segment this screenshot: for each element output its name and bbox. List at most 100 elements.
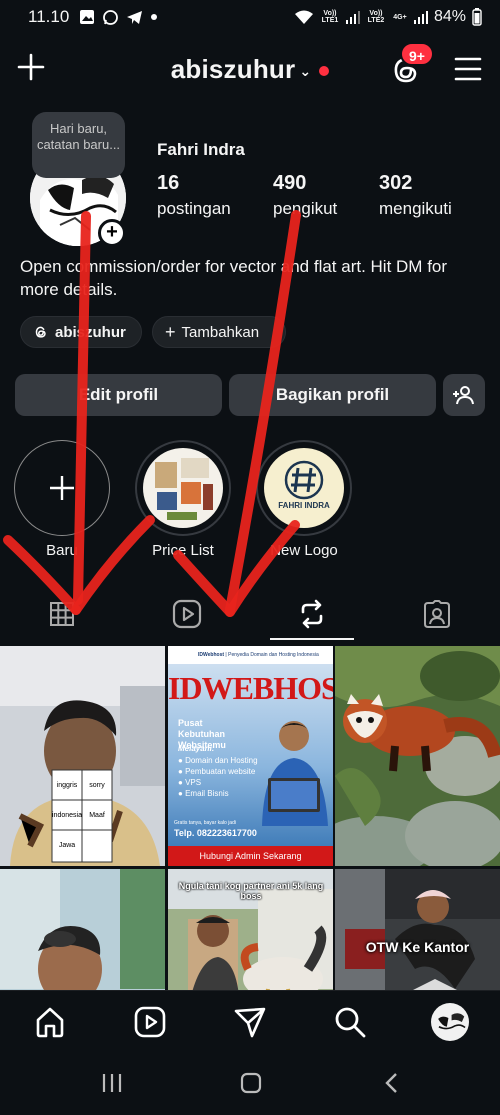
sim2-label: Vo)) LTE2	[367, 10, 385, 24]
profile-full-name: Fahri Indra	[157, 140, 245, 159]
ad-cta: Hubungi Admin Sekarang	[168, 846, 333, 866]
table-cell: Maaf	[89, 811, 105, 819]
grid-post[interactable]: IDWebhost | Penyedia Domain dan Hosting …	[168, 646, 333, 866]
status-bar: 11.10 Vo)) LTE1 Vo)) LTE2 4G+ 84%	[0, 0, 500, 34]
post-table-text: inggris sorry indonesia Maaf Jawa	[52, 770, 112, 862]
profile-avatar[interactable]	[431, 1003, 469, 1041]
bottom-navigation	[0, 990, 500, 1052]
highlight-label: Price List	[152, 542, 214, 559]
service-item: ● Domain dan Hosting	[178, 756, 258, 765]
service-text: VPS	[185, 778, 202, 787]
gallery-icon	[80, 10, 95, 24]
search-icon[interactable]	[333, 1005, 367, 1039]
add-person-icon	[453, 386, 474, 405]
stat-label: mengikuti	[379, 199, 452, 218]
posts-grid: inggris sorry indonesia Maaf Jawa IDWebh…	[0, 646, 500, 990]
stat-value: 16	[157, 172, 180, 194]
highlight-price-list[interactable]: Price List	[135, 440, 231, 559]
messages-icon[interactable]	[233, 1005, 267, 1039]
post-image	[335, 869, 500, 990]
tagged-icon[interactable]	[421, 598, 453, 630]
ad-header-bar: IDWebhost | Penyedia Domain dan Hosting …	[168, 646, 333, 664]
telegram-icon	[127, 10, 143, 24]
service-item: ● Email Bisnis	[178, 789, 229, 798]
network-label: 4G+	[393, 13, 407, 21]
note-bubble[interactable]: Hari baru, catatan baru...	[32, 112, 125, 178]
dot-icon	[151, 14, 158, 20]
grid-post[interactable]	[0, 869, 165, 990]
add-story-plus-icon[interactable]: +	[98, 219, 126, 247]
reels-icon[interactable]	[133, 1005, 167, 1039]
threads-chip[interactable]: abiszuhur	[20, 316, 142, 348]
post-caption: Ngula tani kog partner ani 5k lang boss	[178, 881, 324, 901]
chevron-down-icon: ⌄	[299, 62, 312, 79]
stat-label: postingan	[157, 199, 231, 218]
highlight-ring	[135, 440, 231, 536]
whatsapp-icon	[103, 9, 119, 25]
grid-icon[interactable]	[46, 598, 78, 630]
stat-followers[interactable]: 490 pengikut	[273, 172, 337, 219]
home-button-icon[interactable]	[239, 1071, 263, 1095]
system-navigation-bar	[0, 1052, 500, 1115]
add-link-chip[interactable]: + Tambahkan	[152, 316, 286, 348]
share-profile-button[interactable]: Bagikan profil	[229, 374, 436, 416]
grid-post[interactable]: Ngula tani kog partner ani 5k lang boss	[168, 869, 333, 990]
stat-label: pengikut	[273, 199, 338, 218]
price-list-thumbnail	[143, 448, 223, 528]
highlight-label: New Logo	[270, 542, 338, 559]
ad-section: Melayani:	[178, 744, 215, 753]
table-cell: Jawa	[58, 841, 76, 849]
ad-person-illustration	[262, 721, 328, 826]
highlight-ring: FAHRI INDRA	[256, 440, 352, 536]
threads-small-icon	[35, 326, 46, 338]
ad-brand: IDWebhost	[198, 652, 225, 658]
battery-percent: 84%	[433, 8, 466, 25]
ad-note: Gratis tanya, bayar kalo jadi	[174, 820, 236, 826]
profile-tabs	[0, 586, 500, 642]
plus-icon	[50, 476, 74, 500]
highlight-new[interactable]: Baru	[14, 440, 110, 559]
service-item: ● Pembuatan website	[178, 767, 256, 776]
status-time: 11.10	[28, 7, 70, 26]
service-item: ● VPS	[178, 778, 202, 787]
signal-icon-2	[413, 11, 428, 24]
battery-icon	[472, 8, 482, 26]
ad-services: ● Domain dan Hosting ● Pembuatan website…	[178, 755, 258, 799]
service-text: Email Bisnis	[185, 789, 229, 798]
post-image	[0, 869, 165, 990]
back-icon[interactable]	[382, 1072, 402, 1094]
ad-phone: Telp. 082223617700	[174, 828, 257, 838]
post-image	[335, 646, 500, 866]
threads-chip-label: abiszuhur	[55, 323, 126, 341]
service-text: Pembuatan website	[185, 767, 256, 776]
logo-text: FAHRI INDRA	[278, 501, 330, 510]
new-logo-thumbnail: FAHRI INDRA	[264, 448, 344, 528]
stat-value: 302	[379, 172, 413, 194]
grid-post[interactable]: inggris sorry indonesia Maaf Jawa	[0, 646, 165, 866]
edit-profile-button[interactable]: Edit profil	[15, 374, 222, 416]
discover-people-button[interactable]	[443, 374, 485, 416]
profile-header: abiszuhur ⌄ 9+	[0, 42, 500, 98]
profile-bio: Open commission/order for vector and fla…	[20, 257, 448, 299]
menu-icon[interactable]	[454, 56, 482, 82]
signal-icon	[345, 11, 360, 24]
active-tab-indicator	[270, 638, 354, 640]
stat-following[interactable]: 302 mengikuti	[379, 172, 452, 219]
stat-posts[interactable]: 16 postingan	[157, 172, 231, 219]
recent-apps-icon[interactable]	[101, 1072, 123, 1094]
table-cell: sorry	[89, 781, 105, 789]
table-cell: indonesia	[52, 811, 82, 819]
add-chip-label: Tambahkan	[181, 323, 260, 341]
reposts-icon[interactable]	[296, 598, 328, 630]
service-text: Domain dan Hosting	[185, 756, 258, 765]
highlight-new-logo[interactable]: FAHRI INDRA New Logo	[256, 440, 352, 559]
avatar-artwork	[438, 1013, 466, 1030]
sim1-label: Vo)) LTE1	[321, 10, 339, 24]
grid-post[interactable]: OTW Ke Kantor	[335, 869, 500, 990]
reels-tab-icon[interactable]	[171, 598, 203, 630]
grid-post[interactable]	[335, 646, 500, 866]
ad-tagline: Penyedia Domain dan Hosting Indonesia	[228, 652, 319, 658]
post-caption: OTW Ke Kantor	[365, 939, 470, 955]
ad-title: IDWEBHOST	[168, 670, 333, 706]
home-icon[interactable]	[33, 1005, 67, 1039]
